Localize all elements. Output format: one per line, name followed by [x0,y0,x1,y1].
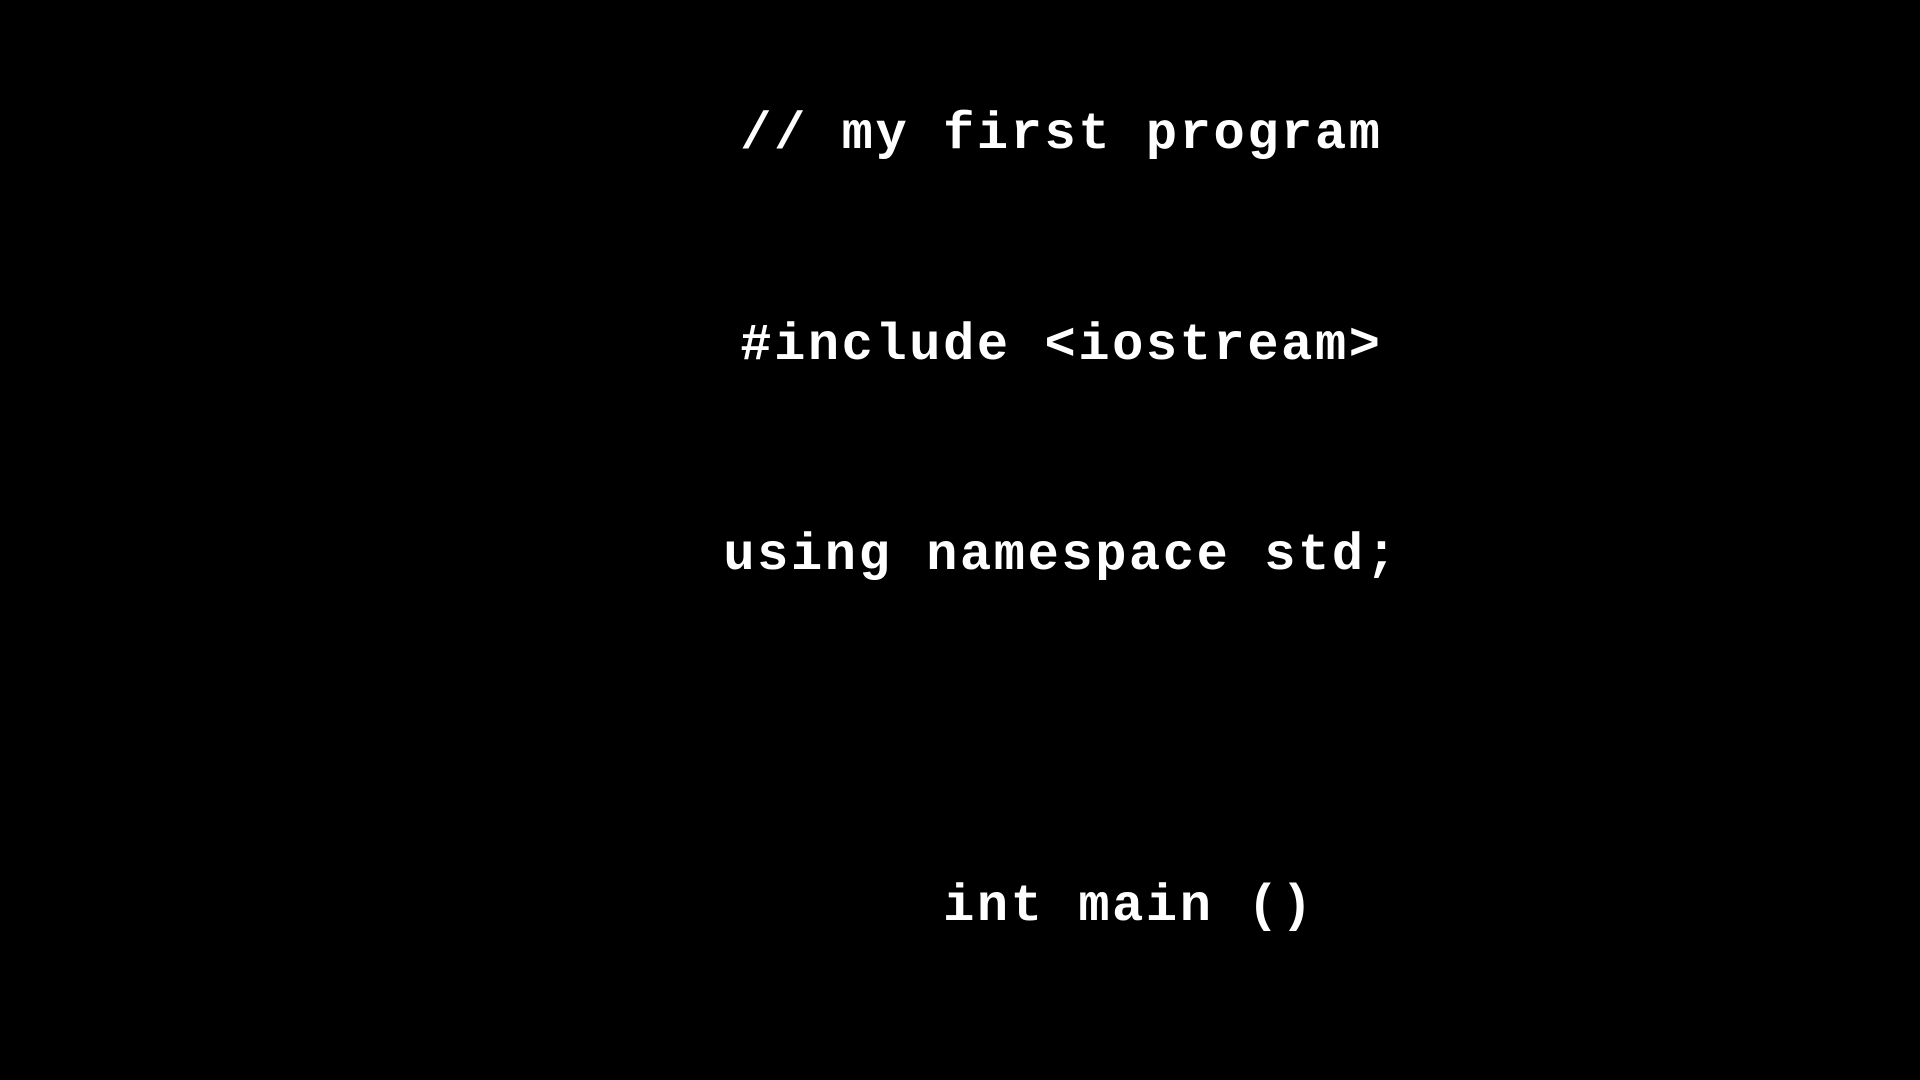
code-line-3: using namespace std; [723,526,1399,585]
code-display: // my first program #include <iostream> … [470,30,1450,1080]
terminal-screen: // my first program #include <iostream> … [0,0,1920,1080]
code-line-5: int main () [808,877,1315,936]
code-line-1: // my first program [740,105,1382,164]
code-line-2: #include <iostream> [740,316,1382,375]
